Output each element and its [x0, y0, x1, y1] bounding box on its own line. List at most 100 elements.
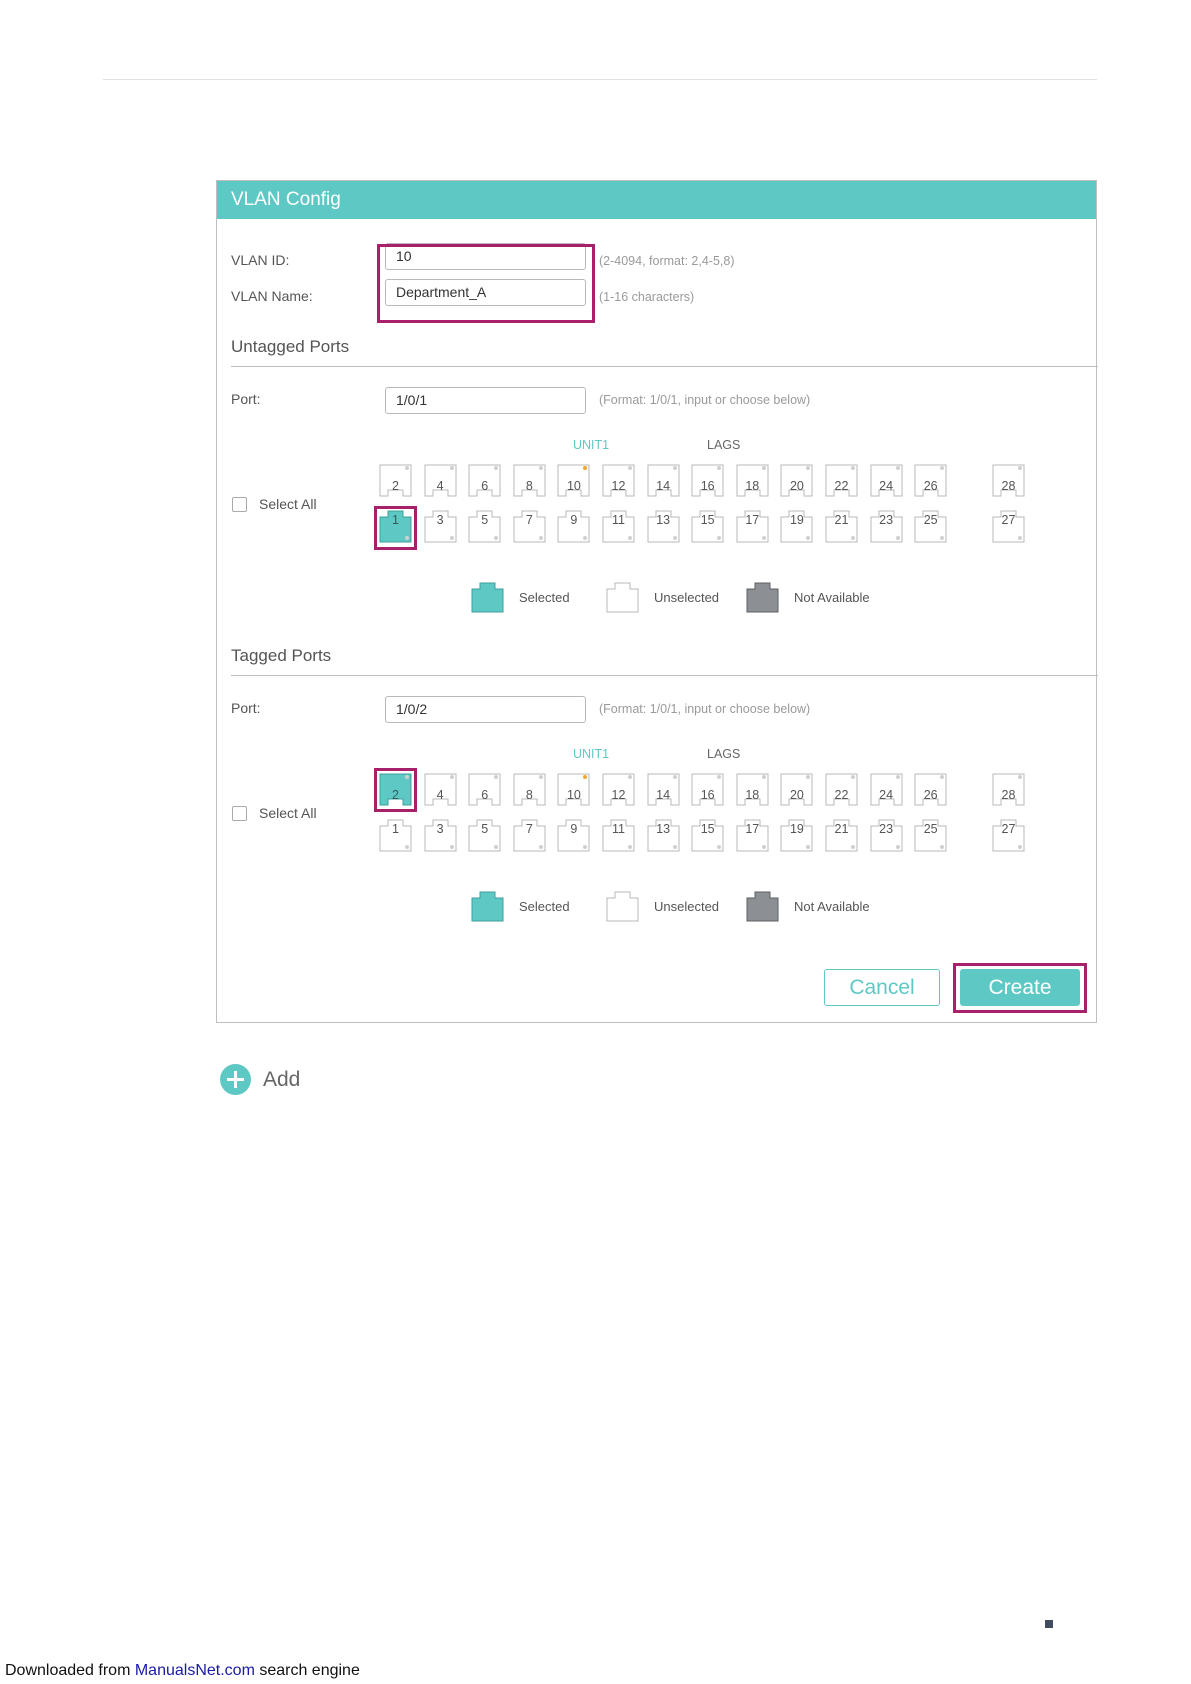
untagged-select-all-label: Select All	[259, 496, 317, 512]
port-number: 9	[570, 513, 578, 527]
tagged-port-9[interactable]: 9	[557, 819, 590, 852]
untagged-port-12[interactable]: 12	[602, 464, 635, 497]
port-number: 15	[700, 822, 715, 836]
tagged-port-27[interactable]: 27	[992, 819, 1025, 852]
untagged-port-27[interactable]: 27	[992, 510, 1025, 543]
tagged-port-5[interactable]: 5	[468, 819, 501, 852]
untagged-port-14[interactable]: 14	[647, 464, 680, 497]
tagged-port-hint: (Format: 1/0/1, input or choose below)	[599, 702, 811, 716]
tagged-port-25[interactable]: 25	[914, 819, 947, 852]
port-number: 4	[436, 788, 444, 802]
port-number: 23	[879, 822, 894, 836]
tagged-port-13[interactable]: 13	[647, 819, 680, 852]
port-number: 12	[611, 788, 626, 802]
add-button[interactable]: Add	[220, 1064, 300, 1095]
untagged-port-18[interactable]: 18	[736, 464, 769, 497]
untagged-port-5[interactable]: 5	[468, 510, 501, 543]
untagged-select-all[interactable]: Select All	[232, 496, 317, 512]
untagged-port-20[interactable]: 20	[780, 464, 813, 497]
untagged-port-15[interactable]: 15	[691, 510, 724, 543]
untagged-port-11[interactable]: 11	[602, 510, 635, 543]
untagged-legend-selected: Selected	[471, 581, 570, 613]
tagged-port-1[interactable]: 1	[379, 819, 412, 852]
untagged-port-24[interactable]: 24	[870, 464, 903, 497]
page-marker	[1045, 1620, 1053, 1628]
tagged-port-input[interactable]: 1/0/2	[385, 696, 586, 723]
tagged-port-10[interactable]: 10	[557, 773, 590, 806]
tagged-port-20[interactable]: 20	[780, 773, 813, 806]
tagged-lags-tab[interactable]: LAGS	[707, 747, 740, 761]
port-number: 1	[392, 822, 399, 836]
tagged-port-28[interactable]: 28	[992, 773, 1025, 806]
untagged-port-28[interactable]: 28	[992, 464, 1025, 497]
untagged-port-25[interactable]: 25	[914, 510, 947, 543]
untagged-port-16[interactable]: 16	[691, 464, 724, 497]
tagged-port-4[interactable]: 4	[424, 773, 457, 806]
tagged-port-17[interactable]: 17	[736, 819, 769, 852]
vlan-id-hint: (2-4094, format: 2,4-5,8)	[599, 254, 735, 268]
top-rule	[103, 79, 1097, 80]
manualsnet-link[interactable]: ManualsNet.com	[135, 1662, 255, 1679]
port-number: 13	[656, 513, 671, 527]
untagged-port-19[interactable]: 19	[780, 510, 813, 543]
untagged-lags-tab[interactable]: LAGS	[707, 438, 740, 452]
tagged-port-18[interactable]: 18	[736, 773, 769, 806]
tagged-port-11[interactable]: 11	[602, 819, 635, 852]
tagged-port-19[interactable]: 19	[780, 819, 813, 852]
tagged-legend-unselected: Unselected	[606, 890, 719, 922]
tagged-port-14[interactable]: 14	[647, 773, 680, 806]
port-number: 17	[745, 513, 760, 527]
tagged-port-26[interactable]: 26	[914, 773, 947, 806]
tagged-port-7[interactable]: 7	[513, 819, 546, 852]
tagged-port-12[interactable]: 12	[602, 773, 635, 806]
plus-circle-icon	[220, 1064, 251, 1095]
tagged-port-3[interactable]: 3	[424, 819, 457, 852]
panel-title: VLAN Config	[217, 181, 1096, 219]
port-number: 10	[566, 479, 581, 493]
port-number: 18	[745, 788, 760, 802]
tagged-port-15[interactable]: 15	[691, 819, 724, 852]
untagged-port-26[interactable]: 26	[914, 464, 947, 497]
port-number: 13	[656, 822, 671, 836]
untagged-unit1-tab[interactable]: UNIT1	[573, 438, 609, 452]
untagged-port-8[interactable]: 8	[513, 464, 546, 497]
port-number: 28	[1001, 788, 1016, 802]
tagged-port-16[interactable]: 16	[691, 773, 724, 806]
untagged-port-13[interactable]: 13	[647, 510, 680, 543]
untagged-port-10[interactable]: 10	[557, 464, 590, 497]
port-number: 16	[700, 788, 715, 802]
tagged-select-all[interactable]: Select All	[232, 805, 317, 821]
untagged-port-6[interactable]: 6	[468, 464, 501, 497]
tagged-port-8[interactable]: 8	[513, 773, 546, 806]
vlan-name-label: VLAN Name:	[231, 288, 313, 304]
tagged-port-23[interactable]: 23	[870, 819, 903, 852]
highlight-untagged-port-1	[374, 506, 417, 550]
port-number: 11	[612, 513, 625, 527]
untagged-port-22[interactable]: 22	[825, 464, 858, 497]
untagged-port-3[interactable]: 3	[424, 510, 457, 543]
untagged-port-17[interactable]: 17	[736, 510, 769, 543]
port-number: 3	[436, 822, 444, 836]
highlight-create-button	[953, 963, 1087, 1013]
tagged-unit1-tab[interactable]: UNIT1	[573, 747, 609, 761]
untagged-port-21[interactable]: 21	[825, 510, 858, 543]
untagged-port-7[interactable]: 7	[513, 510, 546, 543]
untagged-port-input[interactable]: 1/0/1	[385, 387, 586, 414]
tagged-port-24[interactable]: 24	[870, 773, 903, 806]
untagged-port-label: Port:	[231, 391, 261, 407]
untagged-port-2[interactable]: 2	[379, 464, 412, 497]
port-number: 7	[525, 822, 533, 836]
untagged-port-4[interactable]: 4	[424, 464, 457, 497]
port-number: 22	[834, 788, 849, 802]
tagged-select-all-checkbox[interactable]	[232, 805, 247, 821]
tagged-port-21[interactable]: 21	[825, 819, 858, 852]
untagged-legend-not-available: Not Available	[746, 581, 870, 613]
cancel-button[interactable]: Cancel	[824, 969, 940, 1006]
untagged-port-9[interactable]: 9	[557, 510, 590, 543]
untagged-select-all-checkbox[interactable]	[232, 496, 247, 512]
port-number: 17	[745, 822, 760, 836]
tagged-port-22[interactable]: 22	[825, 773, 858, 806]
port-number: 6	[481, 479, 489, 493]
tagged-port-6[interactable]: 6	[468, 773, 501, 806]
untagged-port-23[interactable]: 23	[870, 510, 903, 543]
